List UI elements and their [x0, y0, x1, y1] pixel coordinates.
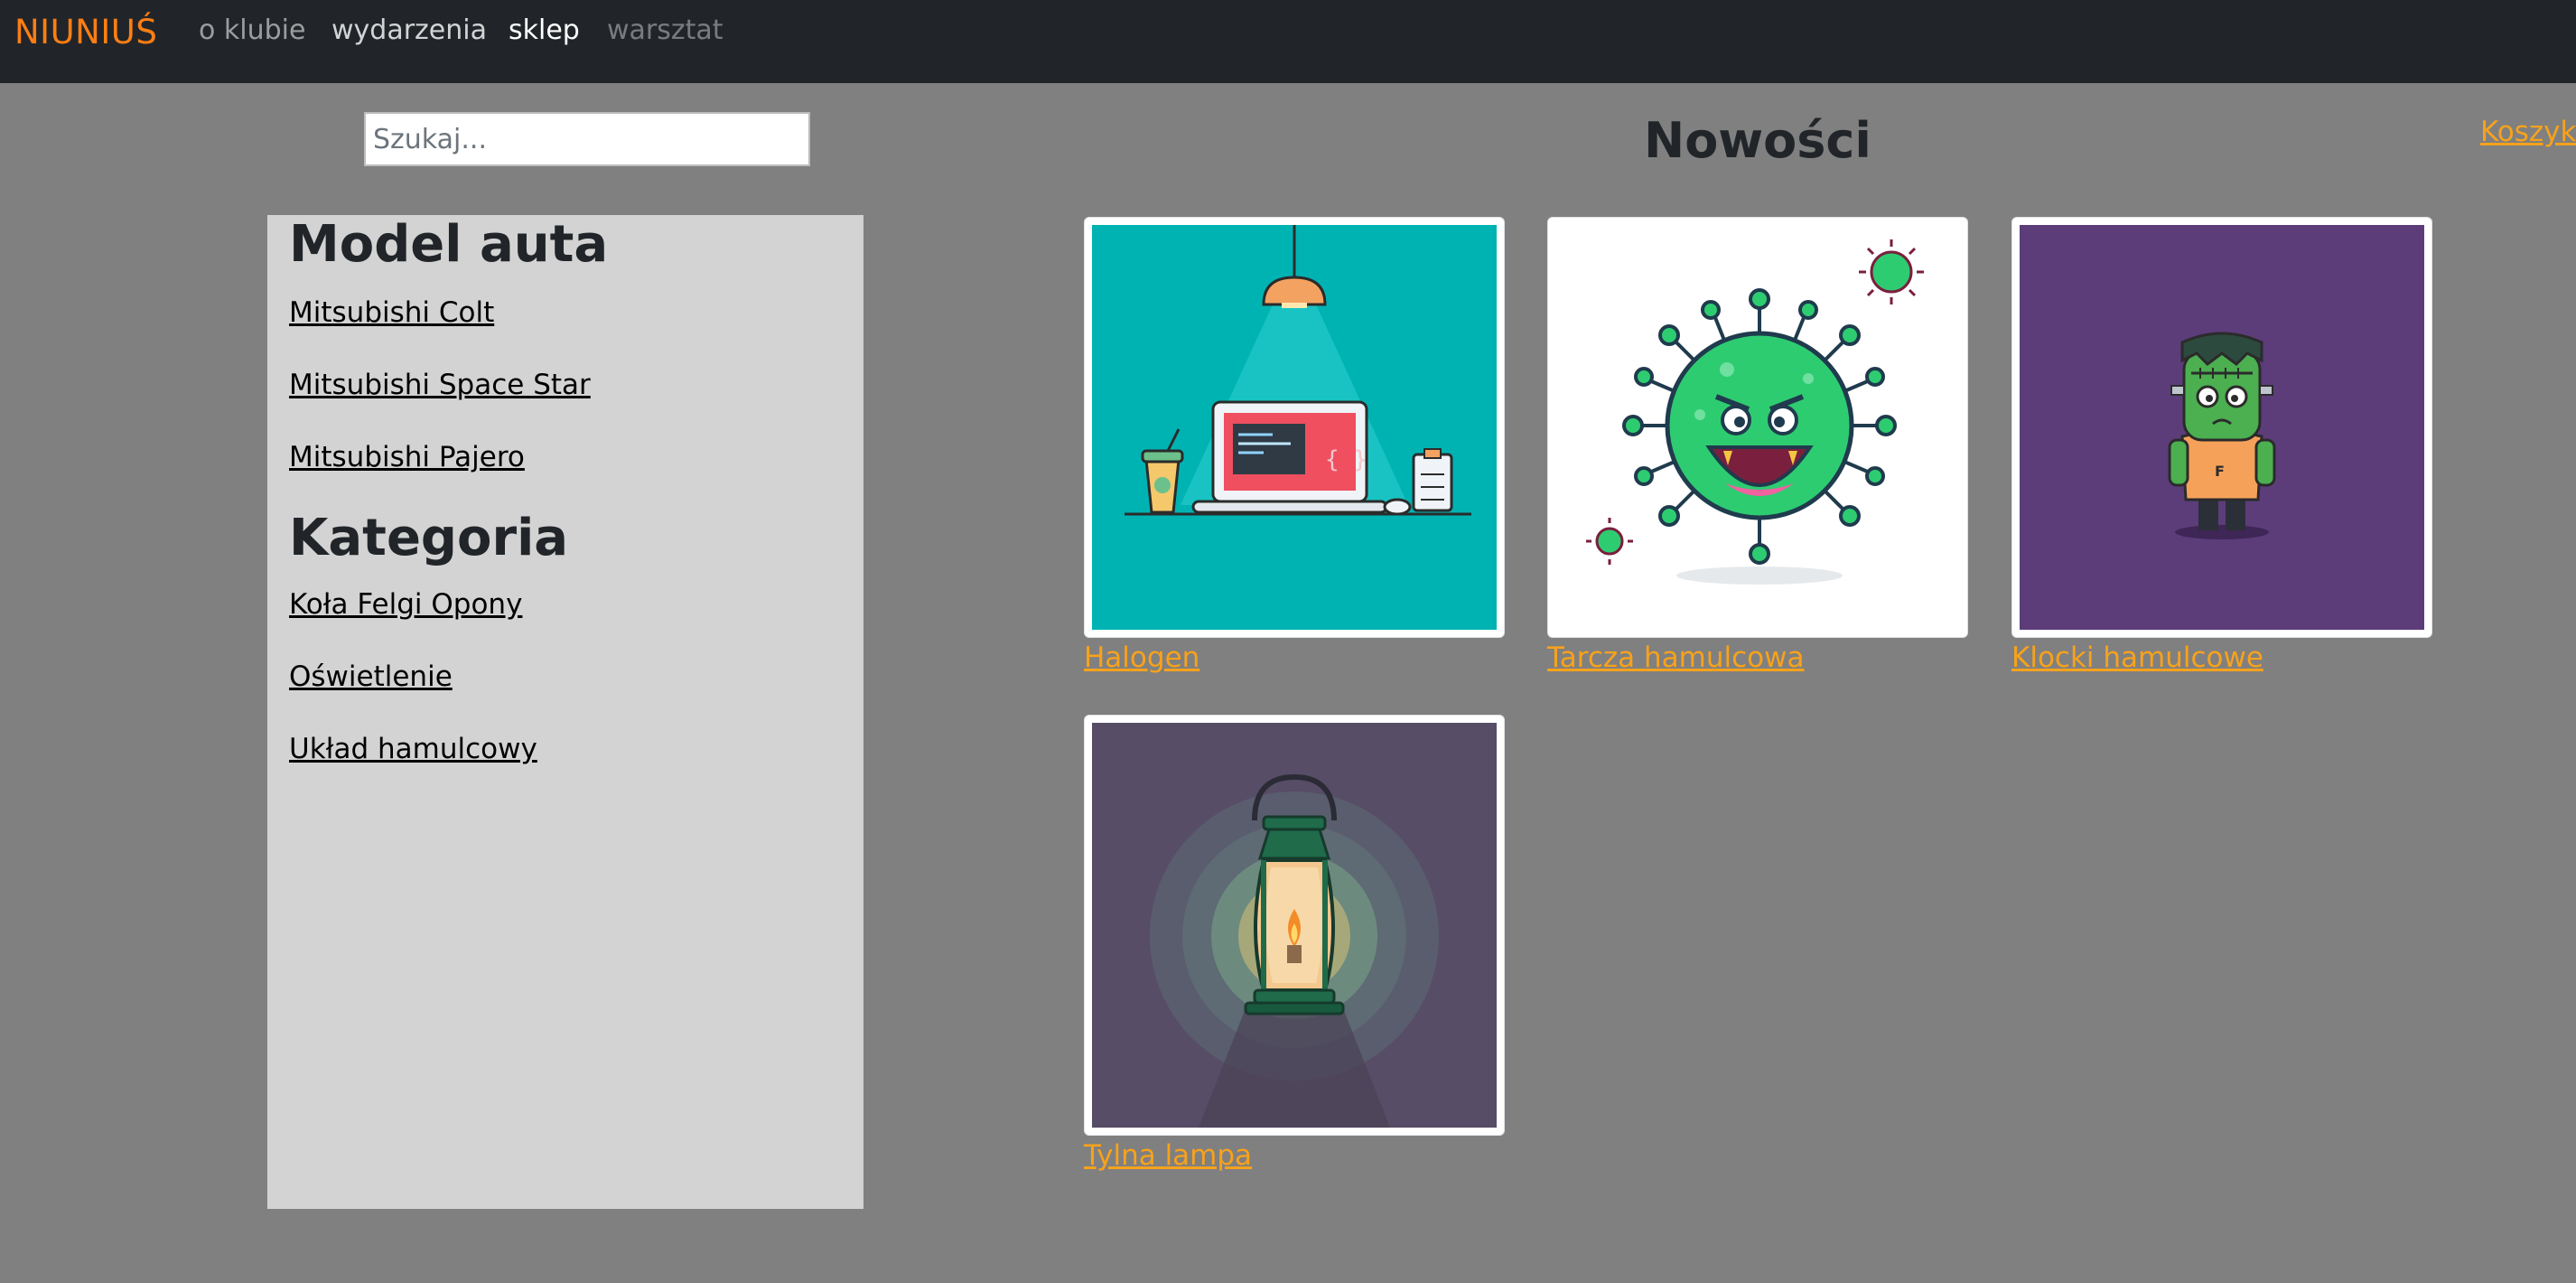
product-image-desk-lamp-laptop[interactable]: { } — [1092, 225, 1497, 630]
sidebar-heading-model: Model auta — [289, 215, 609, 274]
sidebar-item-mitsubishi-colt[interactable]: Mitsubishi Colt — [289, 296, 494, 329]
brand-logo-link[interactable]: NIUNIUŚ — [14, 13, 157, 52]
nav-link-o-klubie[interactable]: o klubie — [199, 14, 305, 46]
svg-text:F: F — [2215, 463, 2225, 480]
product-image-frankenstein[interactable]: F — [2020, 225, 2424, 630]
nav-link-warsztat[interactable]: warsztat — [607, 14, 723, 46]
product-image-lantern[interactable] — [1092, 723, 1497, 1128]
sidebar: Model auta Mitsubishi Colt Mitsubishi Sp… — [267, 215, 863, 1209]
lantern-illustration — [1092, 723, 1497, 1128]
frankenstein-character-illustration: F — [2020, 225, 2424, 630]
page-title: Nowości — [1644, 112, 1871, 169]
search-input[interactable] — [364, 112, 810, 166]
product-link-klocki-hamulcowe[interactable]: Klocki hamulcowe — [2011, 642, 2263, 674]
product-card-tylna-lampa[interactable] — [1084, 715, 1505, 1136]
product-card-halogen[interactable]: { } — [1084, 217, 1505, 638]
sidebar-item-kola-felgi-opony[interactable]: Koła Felgi Opony — [289, 588, 522, 621]
product-link-halogen[interactable]: Halogen — [1084, 642, 1199, 674]
product-link-tylna-lampa[interactable]: Tylna lampa — [1084, 1139, 1252, 1172]
navbar: NIUNIUŚ o klubie wydarzenia sklep warszt… — [0, 0, 2576, 83]
cart-link[interactable]: Koszyk — [2480, 116, 2576, 148]
svg-text:{ }: { } — [1325, 446, 1367, 473]
product-image-green-virus[interactable] — [1555, 225, 1960, 630]
sidebar-heading-category: Kategoria — [289, 509, 569, 567]
sidebar-item-mitsubishi-pajero[interactable]: Mitsubishi Pajero — [289, 441, 525, 473]
product-card-tarcza-hamulcowa[interactable] — [1547, 217, 1968, 638]
product-card-klocki-hamulcowe[interactable]: F — [2011, 217, 2432, 638]
sidebar-item-oswietlenie[interactable]: Oświetlenie — [289, 660, 453, 693]
nav-link-sklep[interactable]: sklep — [509, 14, 580, 46]
sidebar-item-uklad-hamulcowy[interactable]: Układ hamulcowy — [289, 733, 537, 765]
green-virus-illustration — [1555, 225, 1960, 630]
product-link-tarcza-hamulcowa[interactable]: Tarcza hamulcowa — [1547, 642, 1805, 674]
sidebar-item-mitsubishi-space-star[interactable]: Mitsubishi Space Star — [289, 369, 591, 401]
nav-link-wydarzenia[interactable]: wydarzenia — [331, 14, 487, 46]
desk-lamp-laptop-illustration: { } — [1092, 225, 1497, 630]
